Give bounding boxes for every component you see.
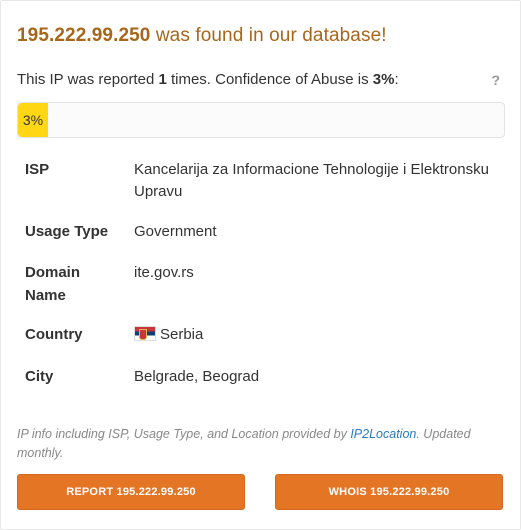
details-row-usage-type: Usage Type Government (17, 221, 503, 261)
report-ip-button[interactable]: REPORT 195.222.99.250 (17, 474, 245, 510)
confidence-value: 3% (372, 71, 395, 88)
details-row-country: Country Serbia (17, 324, 503, 366)
footnote-prefix: IP info including ISP, Usage Type, and L… (17, 427, 351, 441)
report-summary-middle: times. Confidence of Abuse is (166, 71, 373, 88)
ip-report-card: 195.222.99.250 was found in our database… (0, 0, 521, 530)
details-label: ISP (25, 161, 50, 178)
details-label: City (25, 368, 54, 385)
details-value: Government (134, 223, 217, 240)
details-row-city: City Belgrade, Beograd (17, 366, 503, 388)
details-row-domain-name: Domain Name ite.gov.rs (17, 261, 503, 324)
confidence-progress-bar: 3% (17, 102, 505, 138)
details-label: Country (25, 326, 83, 343)
headline-suffix: was found in our database! (150, 25, 387, 46)
ip2location-link[interactable]: IP2Location (350, 427, 416, 441)
details-value: ite.gov.rs (134, 264, 194, 281)
details-label: Usage Type (25, 223, 109, 240)
details-label-text: Domain Name (25, 264, 81, 304)
data-source-footnote: IP info including ISP, Usage Type, and L… (17, 425, 487, 463)
headline-ip: 195.222.99.250 (17, 25, 151, 46)
details-row-isp: ISP Kancelarija za Informacione Tehnolog… (17, 159, 503, 221)
details-value: Serbia (134, 324, 503, 366)
whois-ip-button[interactable]: WHOIS 195.222.99.250 (275, 474, 503, 510)
report-count: 1 (158, 71, 167, 88)
report-summary: This IP was reported 1 times. Confidence… (17, 71, 399, 88)
report-summary-prefix: This IP was reported (17, 71, 159, 88)
serbia-flag-icon (134, 326, 156, 341)
details-value: Belgrade, Beograd (134, 368, 260, 385)
country-name: Serbia (160, 326, 204, 343)
page-title: 195.222.99.250 was found in our database… (17, 25, 387, 47)
help-icon[interactable]: ? (491, 72, 500, 88)
ip-details-table: ISP Kancelarija za Informacione Tehnolog… (17, 159, 503, 388)
report-summary-suffix: : (394, 71, 399, 88)
details-label: Domain Name (17, 261, 134, 324)
confidence-progress-fill: 3% (18, 103, 48, 137)
details-value: Kancelarija za Informacione Tehnologije … (134, 161, 489, 200)
